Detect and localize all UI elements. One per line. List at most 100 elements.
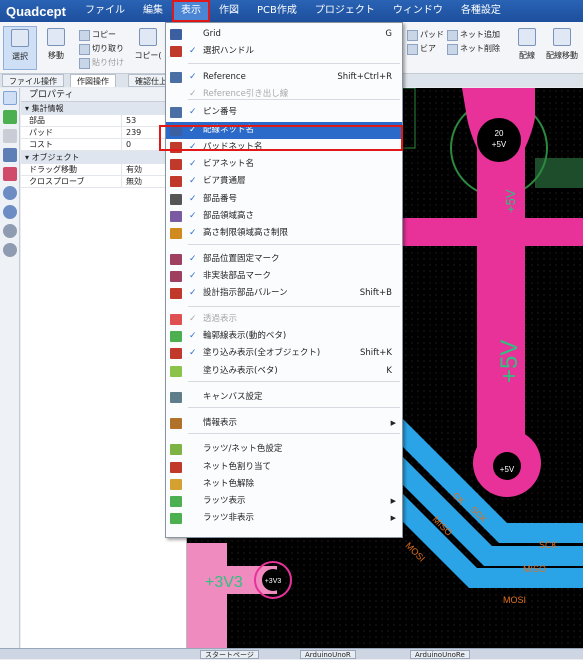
tab-file-ops[interactable]: ファイル操作 xyxy=(2,74,64,87)
move-button[interactable]: 移動 xyxy=(39,26,73,70)
cut-button[interactable]: 切り取り xyxy=(78,42,124,55)
save-icon[interactable] xyxy=(3,148,17,162)
menu-item-handle[interactable]: ✓ 選択ハンドル xyxy=(166,43,402,60)
copy-button[interactable]: コピー xyxy=(78,28,116,41)
doc-tab-arduino-2[interactable]: ArduinoUnoRe xyxy=(410,650,470,659)
menu-pcb[interactable]: PCB作成 xyxy=(248,0,306,22)
menu-item-label: 情報表示 xyxy=(203,418,238,428)
group-object[interactable]: ▾ オブジェクト xyxy=(21,151,186,164)
check-icon: ✓ xyxy=(189,46,197,56)
doc-tab-arduino-1[interactable]: ArduinoUnoR xyxy=(300,650,356,659)
menu-item-label: 塗り込み表示(全オブジェクト) xyxy=(203,348,321,358)
rats-show-icon xyxy=(170,496,182,507)
pointer-tool-icon[interactable] xyxy=(3,91,17,105)
menu-window[interactable]: ウィンドウ xyxy=(384,0,452,22)
route-move-button[interactable]: 配線移動 xyxy=(543,26,581,70)
menu-separator xyxy=(188,433,400,434)
check-icon: ✓ xyxy=(189,72,197,82)
vertical-toolbar xyxy=(0,88,20,648)
menu-item-rats-hide[interactable]: ラッツ非表示 ▶ xyxy=(166,510,402,527)
net-delete-button[interactable]: ネット削除 xyxy=(446,42,500,55)
menu-shortcut: Shift+B xyxy=(359,288,392,298)
menu-project[interactable]: プロジェクト xyxy=(306,0,384,22)
grid-icon xyxy=(170,29,182,40)
menu-item-label: Reference xyxy=(203,72,246,82)
group-summary[interactable]: ▾ 集計情報 xyxy=(21,102,186,115)
menu-item-outline[interactable]: ✓ 輪郭線表示(動的ベタ) xyxy=(166,328,402,345)
menu-separator xyxy=(188,63,400,64)
menu-item-reference[interactable]: ✓ Reference Shift+Ctrl+R xyxy=(166,69,402,86)
pad-button[interactable]: パッド xyxy=(406,28,444,41)
menu-shortcut: K xyxy=(386,366,392,376)
trace-label-5v-1: +5V xyxy=(503,189,518,213)
pad-bottom-net: +5V xyxy=(500,465,515,474)
canvas-icon xyxy=(170,392,182,403)
menu-item-label: キャンバス設定 xyxy=(203,392,263,402)
menu-item-info[interactable]: 情報表示 ▶ xyxy=(166,415,402,432)
menu-item-height-limit[interactable]: ✓ 高さ制限領域高さ制限 xyxy=(166,225,402,242)
transparent-icon xyxy=(170,314,182,325)
menu-item-rats-color[interactable]: ラッツ/ネット色設定 xyxy=(166,441,402,458)
menu-item-fill[interactable]: 塗り込み表示(ベタ) K xyxy=(166,363,402,380)
menu-item-grid[interactable]: Grid G xyxy=(166,26,402,43)
menu-item-net-clear[interactable]: ネット色解除 xyxy=(166,476,402,493)
prop-row[interactable]: クロスプローブ 無効 xyxy=(21,176,186,188)
route-move-icon xyxy=(553,28,571,46)
select-button[interactable]: 選択 xyxy=(3,26,37,70)
rats-hide-icon xyxy=(170,513,182,524)
app-logo: Quadcept xyxy=(6,3,66,19)
menu-edit[interactable]: 編集 xyxy=(134,0,172,22)
zoom-in-icon[interactable] xyxy=(3,186,17,200)
submenu-arrow-icon: ▶ xyxy=(390,497,396,505)
trace-3v3-vertical xyxy=(187,543,227,648)
paste-button[interactable]: 貼り付け xyxy=(78,56,124,69)
tab-draw-ops[interactable]: 作図操作 xyxy=(70,74,116,87)
menu-item-rats-show[interactable]: ラッツ表示 ▶ xyxy=(166,493,402,510)
submenu-arrow-icon: ▶ xyxy=(390,514,396,522)
settings-gear-icon[interactable] xyxy=(3,224,17,238)
bus-label-mosi-diag: MOSI xyxy=(404,540,427,563)
menu-item-net-color[interactable]: ネット色割り当て xyxy=(166,459,402,476)
bus-label-mosi: MOSI xyxy=(503,595,526,605)
menu-item-via-net[interactable]: ✓ ビアネット名 xyxy=(166,156,402,173)
menu-item-label: 高さ制限領域高さ制限 xyxy=(203,228,289,238)
move-icon xyxy=(47,28,65,46)
route-button[interactable]: 配線 xyxy=(513,26,541,70)
copy2-button[interactable]: コピー( xyxy=(132,26,164,70)
menu-separator xyxy=(188,407,400,408)
back-arrow-icon[interactable] xyxy=(3,110,17,124)
menu-item-canvas[interactable]: キャンバス設定 xyxy=(166,389,402,406)
menu-item-pin-number[interactable]: ✓ ピン番号 xyxy=(166,104,402,121)
menu-item-via-layer[interactable]: ✓ ビア貫通層 xyxy=(166,173,402,190)
menu-item-balloon[interactable]: ✓ 設計指示部品バルーン Shift+B xyxy=(166,285,402,302)
menu-item-fix-mark[interactable]: ✓ 部品位置固定マーク xyxy=(166,251,402,268)
pad-top-number: 20 xyxy=(495,129,504,138)
menu-item-label: 輪郭線表示(動的ベタ) xyxy=(203,331,287,341)
menu-file[interactable]: ファイル xyxy=(76,0,134,22)
options-gear-icon[interactable] xyxy=(3,243,17,257)
menu-view[interactable]: 表示 xyxy=(171,0,210,22)
menu-item-transparent[interactable]: ✓ 透過表示 xyxy=(166,311,402,328)
menu-item-label: ラッツ表示 xyxy=(203,496,246,506)
menu-item-fill-all[interactable]: ✓ 塗り込み表示(全オブジェクト) Shift+K xyxy=(166,345,402,362)
menu-settings[interactable]: 各種設定 xyxy=(452,0,510,22)
menu-item-label: 部品番号 xyxy=(203,194,238,204)
outline-icon xyxy=(170,331,182,342)
no-mount-icon xyxy=(170,271,182,282)
menu-item-item-3[interactable]: ✓ Reference引き出し線 xyxy=(166,86,402,103)
zoom-out-icon[interactable] xyxy=(3,205,17,219)
via-net-icon xyxy=(170,159,182,170)
forward-arrow-icon[interactable] xyxy=(3,129,17,143)
prop-row[interactable]: ドラッグ移動 有効 xyxy=(21,164,186,176)
via-button[interactable]: ビア xyxy=(406,42,436,55)
menu-item-part-number[interactable]: ✓ 部品番号 xyxy=(166,191,402,208)
check-icon: ✓ xyxy=(189,211,197,221)
net-add-button[interactable]: ネット追加 xyxy=(446,28,500,41)
menu-draw[interactable]: 作図 xyxy=(210,0,248,22)
menu-item-part-area[interactable]: ✓ 部品領域高さ xyxy=(166,208,402,225)
menu-item-no-mount[interactable]: ✓ 非実装部品マーク xyxy=(166,268,402,285)
info-icon xyxy=(170,418,182,429)
doc-tab-start[interactable]: スタートページ xyxy=(200,650,259,659)
board-icon[interactable] xyxy=(3,167,17,181)
check-icon: ✓ xyxy=(189,314,197,324)
